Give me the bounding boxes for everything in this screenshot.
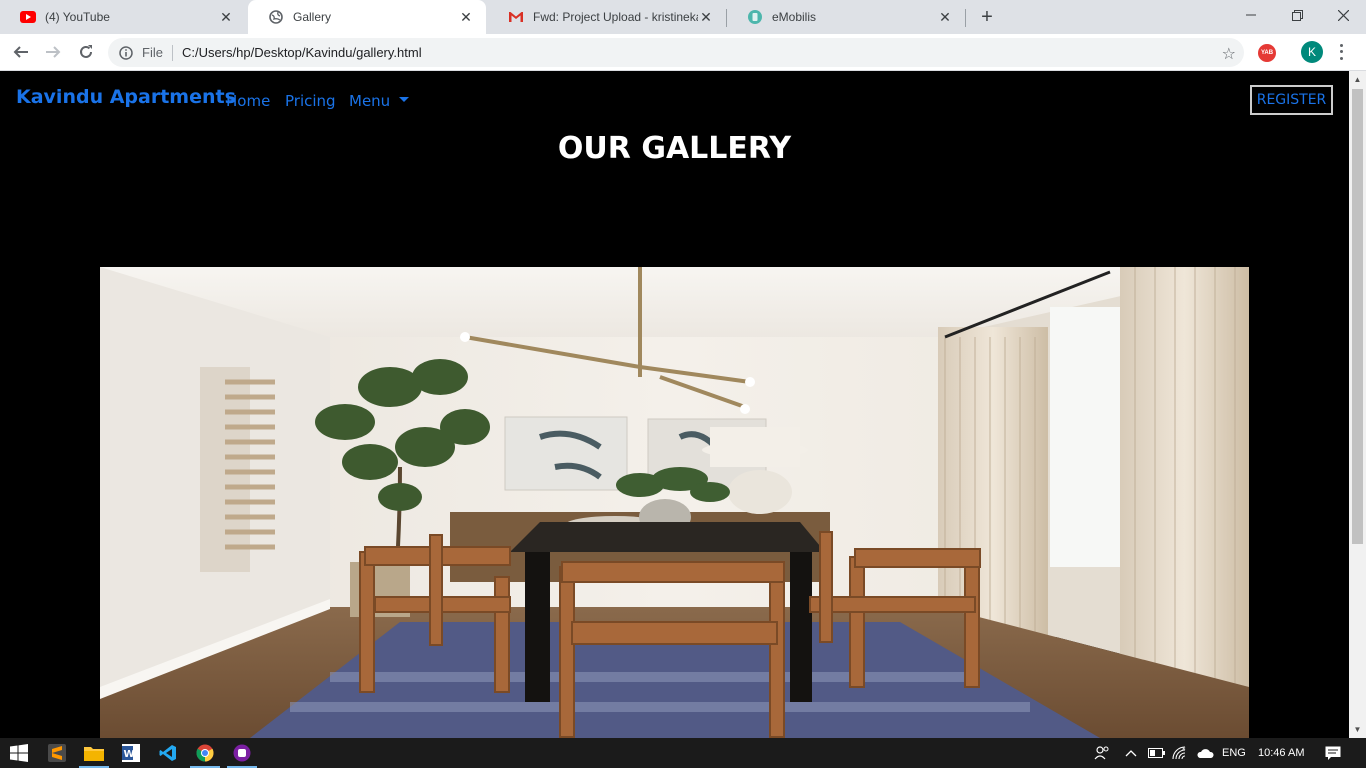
url-text[interactable]: C:/Users/hp/Desktop/Kavindu/gallery.html bbox=[182, 45, 422, 60]
nav-pricing[interactable]: Pricing bbox=[285, 92, 336, 110]
close-icon[interactable]: ✕ bbox=[218, 9, 234, 25]
emulator-app-icon[interactable] bbox=[230, 741, 254, 765]
scroll-down-arrow-icon[interactable]: ▼ bbox=[1349, 721, 1366, 738]
wifi-icon[interactable]: * bbox=[1172, 738, 1188, 768]
tab-title: (4) YouTube bbox=[45, 10, 110, 24]
brand-logo-link[interactable]: Kavindu Apartments bbox=[16, 86, 236, 108]
language-indicator[interactable]: ENG bbox=[1222, 738, 1246, 768]
new-tab-button[interactable]: + bbox=[976, 6, 998, 28]
address-divider bbox=[171, 44, 173, 61]
back-button[interactable] bbox=[9, 40, 33, 64]
scrollbar-thumb[interactable] bbox=[1352, 89, 1363, 544]
info-icon[interactable] bbox=[118, 45, 134, 61]
windows-start-icon[interactable] bbox=[7, 741, 31, 765]
tab-divider bbox=[965, 9, 966, 27]
windows-taskbar: W * ENG 10:46 AM bbox=[0, 738, 1366, 768]
sublime-text-icon[interactable] bbox=[45, 741, 69, 765]
browser-tabstrip: (4) YouTube ✕ Gallery ✕ Fwd: Project Upl… bbox=[0, 0, 1366, 34]
tab-gallery[interactable]: Gallery ✕ bbox=[248, 0, 486, 34]
nav-menu-label: Menu bbox=[349, 92, 391, 110]
tab-gmail[interactable]: Fwd: Project Upload - kristinekak ✕ bbox=[488, 0, 726, 34]
tab-title: Fwd: Project Upload - kristinekak bbox=[533, 10, 698, 24]
svg-text:*: * bbox=[1182, 746, 1186, 754]
show-hidden-icons-chevron-icon[interactable] bbox=[1125, 738, 1137, 768]
tab-emobilis[interactable]: eMobilis ✕ bbox=[727, 0, 965, 34]
tab-title: Gallery bbox=[293, 10, 332, 24]
minimize-button[interactable] bbox=[1228, 0, 1274, 30]
vscode-icon[interactable] bbox=[156, 741, 180, 765]
svg-text:W: W bbox=[124, 749, 135, 760]
nav-home[interactable]: Home bbox=[226, 92, 270, 110]
register-button[interactable]: REGISTER bbox=[1250, 85, 1333, 115]
menu-kebab-icon[interactable] bbox=[1336, 42, 1346, 62]
close-window-button[interactable] bbox=[1320, 0, 1366, 30]
address-bar[interactable]: File C:/Users/hp/Desktop/Kavindu/gallery… bbox=[108, 38, 1244, 67]
word-icon[interactable]: W bbox=[119, 741, 143, 765]
tab-title: eMobilis bbox=[772, 10, 817, 24]
page-title: OUR GALLERY bbox=[557, 131, 792, 166]
close-icon[interactable]: ✕ bbox=[458, 9, 474, 25]
gmail-icon bbox=[508, 9, 524, 25]
globe-icon bbox=[268, 9, 284, 25]
file-explorer-icon[interactable] bbox=[82, 741, 106, 765]
close-icon[interactable]: ✕ bbox=[937, 9, 953, 25]
scheme-label: File bbox=[142, 45, 163, 60]
page-viewport: Kavindu Apartments Home Pricing Menu REG… bbox=[0, 71, 1349, 738]
extension-icon[interactable]: YAB bbox=[1258, 44, 1276, 62]
scroll-up-arrow-icon[interactable]: ▲ bbox=[1349, 71, 1366, 88]
tab-youtube[interactable]: (4) YouTube ✕ bbox=[0, 0, 246, 34]
browser-toolbar: File C:/Users/hp/Desktop/Kavindu/gallery… bbox=[0, 34, 1366, 71]
close-icon[interactable]: ✕ bbox=[698, 9, 714, 25]
onedrive-cloud-icon[interactable] bbox=[1196, 738, 1214, 768]
restore-button[interactable] bbox=[1274, 0, 1320, 30]
page-scrollbar[interactable]: ▲ ▼ bbox=[1349, 71, 1366, 738]
clock[interactable]: 10:46 AM bbox=[1258, 738, 1304, 768]
profile-avatar[interactable]: K bbox=[1301, 41, 1323, 63]
chrome-icon[interactable] bbox=[193, 741, 217, 765]
battery-icon[interactable] bbox=[1148, 738, 1166, 768]
youtube-icon bbox=[20, 9, 36, 25]
nav-menu-dropdown[interactable]: Menu bbox=[349, 92, 410, 110]
people-icon[interactable] bbox=[1094, 738, 1110, 768]
forward-button[interactable] bbox=[41, 40, 65, 64]
gallery-photo-dining-room bbox=[100, 267, 1249, 738]
bookmark-star-icon[interactable]: ☆ bbox=[1222, 44, 1236, 64]
reload-button[interactable] bbox=[74, 40, 98, 64]
caret-down-icon bbox=[399, 97, 410, 102]
emobilis-icon bbox=[747, 9, 763, 25]
action-center-icon[interactable] bbox=[1325, 738, 1341, 768]
